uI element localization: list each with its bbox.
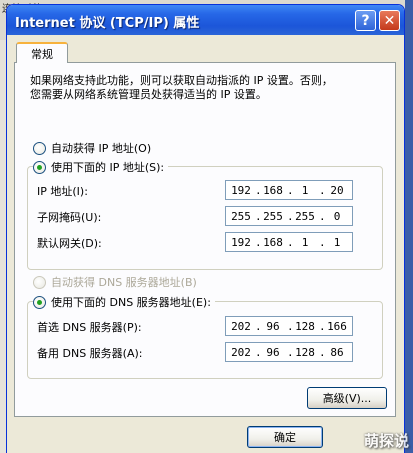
octet: 128 <box>295 319 315 333</box>
manual-dns-label: 使用下面的 DNS 服务器地址(E): <box>51 296 211 309</box>
dns-group-box <box>27 301 383 379</box>
auto-ip-label: 自动获得 IP 地址(O) <box>51 142 152 155</box>
title-bar[interactable]: Internet 协议 (TCP/IP) 属性 ? ✕ <box>7 5 404 35</box>
alternate-dns-field[interactable]: 202. 96. 128. 86 <box>225 342 353 362</box>
octet-separator: . <box>255 345 262 359</box>
octet-separator: . <box>255 235 262 249</box>
octet: 202 <box>231 319 251 333</box>
ip-address-field[interactable]: 192. 168. 1. 20 <box>225 180 353 200</box>
octet-separator: . <box>319 183 326 197</box>
alternate-dns-label: 备用 DNS 服务器(A): <box>37 347 143 360</box>
tcpip-properties-dialog: Internet 协议 (TCP/IP) 属性 ? ✕ 常规 如果网络支持此功能… <box>6 4 405 453</box>
octet-separator: . <box>319 209 326 223</box>
octet: 255 <box>231 209 251 223</box>
octet: 192 <box>231 235 251 249</box>
octet: 1 <box>301 183 309 197</box>
octet-separator: . <box>287 319 294 333</box>
help-icon: ? <box>361 12 370 29</box>
octet: 1 <box>301 235 309 249</box>
auto-dns-radio-circle <box>33 275 46 289</box>
octet: 166 <box>327 319 347 333</box>
manual-ip-label: 使用下面的 IP 地址(S): <box>51 161 165 174</box>
subnet-mask-field[interactable]: 255. 255. 255. 0 <box>225 206 353 226</box>
desktop-edge <box>405 0 413 453</box>
auto-dns-label: 自动获得 DNS 服务器地址(B) <box>51 276 197 289</box>
auto-dns-radio[interactable]: 自动获得 DNS 服务器地址(B) <box>33 274 201 290</box>
general-panel: 如果网络支持此功能，则可以获取自动指派的 IP 设置。否则， 您需要从网络系统管… <box>14 62 396 417</box>
octet: 86 <box>330 345 344 359</box>
intro-text: 如果网络支持此功能，则可以获取自动指派的 IP 设置。否则， 您需要从网络系统管… <box>30 74 333 101</box>
octet: 202 <box>231 345 251 359</box>
help-button[interactable]: ? <box>355 10 376 31</box>
manual-dns-radio[interactable]: 使用下面的 DNS 服务器地址(E): <box>33 294 215 310</box>
octet: 192 <box>231 183 251 197</box>
octet: 255 <box>263 209 283 223</box>
watermark: 萌探说 <box>363 432 409 450</box>
ok-button[interactable]: 确定 <box>247 426 323 448</box>
octet-separator: . <box>287 235 294 249</box>
auto-ip-radio[interactable]: 自动获得 IP 地址(O) <box>33 140 156 156</box>
octet: 168 <box>263 235 283 249</box>
manual-ip-radio[interactable]: 使用下面的 IP 地址(S): <box>33 159 169 175</box>
manual-ip-radio-circle <box>33 160 46 174</box>
octet: 168 <box>263 183 283 197</box>
preferred-dns-label: 首选 DNS 服务器(P): <box>37 321 142 334</box>
octet: 96 <box>266 319 280 333</box>
default-gateway-field[interactable]: 192. 168. 1. 1 <box>225 232 353 252</box>
advanced-button[interactable]: 高级(V)... <box>307 387 387 409</box>
manual-dns-radio-circle <box>33 295 46 309</box>
close-button[interactable]: ✕ <box>379 10 400 31</box>
octet-separator: . <box>255 183 262 197</box>
octet-separator: . <box>255 319 262 333</box>
octet: 255 <box>295 209 315 223</box>
octet-separator: . <box>287 209 294 223</box>
octet: 96 <box>266 345 280 359</box>
default-gateway-label: 默认网关(D): <box>37 237 102 250</box>
octet: 1 <box>333 235 341 249</box>
preferred-dns-field[interactable]: 202. 96. 128. 166 <box>225 316 353 336</box>
octet: 0 <box>333 209 341 223</box>
octet-separator: . <box>319 235 326 249</box>
tab-general[interactable]: 常规 <box>16 42 68 63</box>
octet-separator: . <box>287 183 294 197</box>
octet: 128 <box>295 345 315 359</box>
ip-address-label: IP 地址(I): <box>37 185 88 198</box>
octet-separator: . <box>319 319 326 333</box>
octet-separator: . <box>319 345 326 359</box>
octet-separator: . <box>287 345 294 359</box>
auto-ip-radio-circle <box>33 141 46 155</box>
octet: 20 <box>330 183 344 197</box>
octet-separator: . <box>255 209 262 223</box>
dialog-title: Internet 协议 (TCP/IP) 属性 <box>15 16 200 31</box>
subnet-mask-label: 子网掩码(U): <box>37 211 102 224</box>
close-icon: ✕ <box>383 12 396 29</box>
